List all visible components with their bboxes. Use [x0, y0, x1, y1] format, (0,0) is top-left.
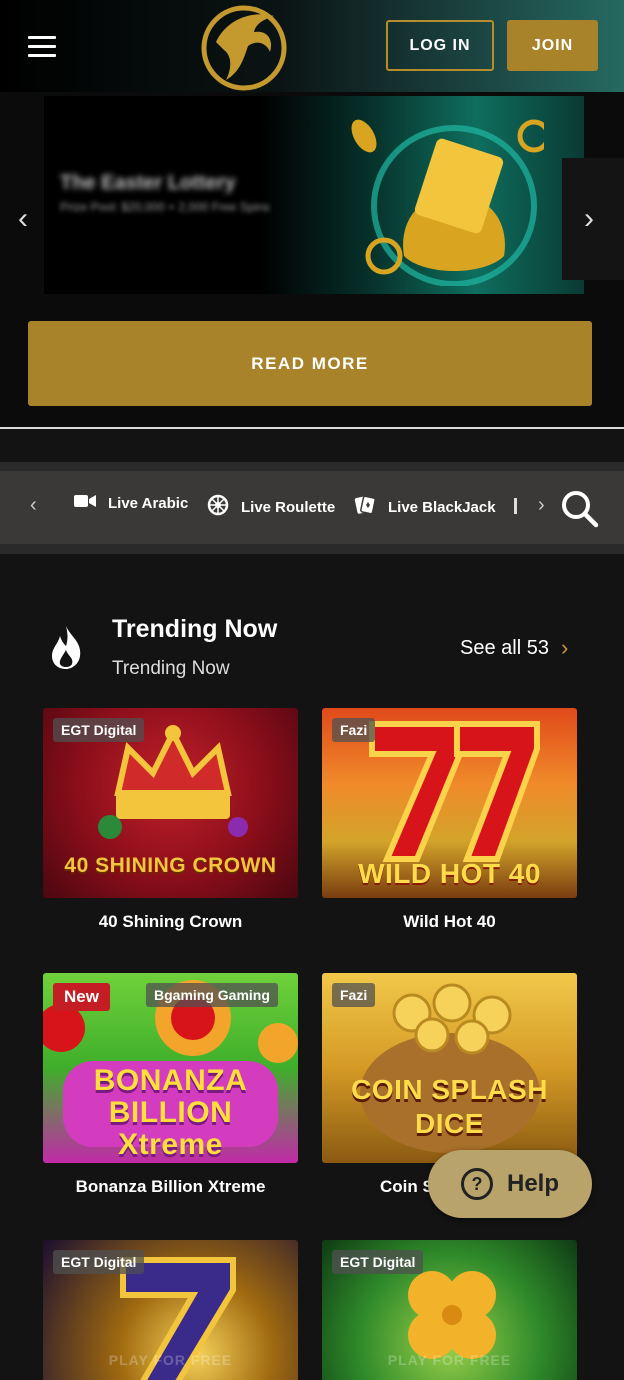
menu-icon[interactable] [28, 36, 56, 58]
game-card-40-shining-crown[interactable]: 40 SHINING CROWN EGT Digital 40 Shining … [43, 708, 298, 932]
provider-badge: EGT Digital [53, 718, 145, 742]
horse-logo-icon[interactable] [196, 2, 290, 92]
game-card-egt-seven[interactable]: PLAY FOR FREE EGT Digital [43, 1240, 298, 1380]
question-mark-icon: ? [460, 1168, 493, 1200]
category-label: Live BlackJack [388, 498, 496, 516]
section-divider [0, 427, 624, 429]
game-tile[interactable]: 40 SHINING CROWN EGT Digital [43, 708, 298, 898]
top-header: LOG IN JOIN [0, 0, 624, 92]
category-live-roulette[interactable]: Live Roulette [207, 494, 335, 520]
game-name[interactable]: 40 Shining Crown [43, 912, 298, 932]
tile-artwork-text: COIN SPLASH DICE [351, 1074, 548, 1139]
seven-icon [369, 721, 540, 862]
category-label: Live Arabic [108, 494, 189, 512]
provider-badge: EGT Digital [332, 1250, 424, 1274]
banner-prev-arrow-icon[interactable]: ‹ [18, 202, 28, 236]
tile-artwork-text: 40 SHINING CROWN [64, 854, 277, 877]
read-more-button[interactable]: READ MORE [28, 321, 592, 406]
provider-badge: Fazi [332, 983, 376, 1007]
game-name[interactable]: Wild Hot 40 [322, 912, 577, 932]
chevron-right-icon: › [560, 635, 569, 660]
category-overflow-marker [514, 498, 517, 514]
game-card-egt-shiny-hit[interactable]: PLAY FOR FREE EGT Digital [322, 1240, 577, 1380]
banner-next-arrow-icon[interactable]: › [584, 202, 594, 236]
help-label: Help [506, 1170, 559, 1197]
play-for-free-overlay[interactable]: PLAY FOR FREE [322, 1352, 577, 1368]
trending-subtitle: Trending Now [112, 658, 230, 679]
game-tile[interactable]: COIN SPLASH DICE Fazi [322, 973, 577, 1163]
game-tile[interactable]: WILD HOT 40 Fazi [322, 708, 577, 898]
search-icon[interactable] [559, 488, 599, 528]
category-next-icon[interactable]: › [538, 494, 545, 517]
game-name[interactable]: Bonanza Billion Xtreme [43, 1177, 298, 1197]
game-tile[interactable]: PLAY FOR FREE EGT Digital [322, 1240, 577, 1380]
new-badge: New [53, 983, 110, 1011]
join-button[interactable]: JOIN [507, 20, 598, 71]
play-for-free-overlay[interactable]: PLAY FOR FREE [43, 1352, 298, 1368]
category-label: Live Roulette [241, 498, 336, 516]
game-tile[interactable]: BONANZA BILLION Xtreme New Bgaming Gamin… [43, 973, 298, 1163]
fire-icon [52, 626, 81, 669]
golden-ticket-egg-icon [351, 119, 544, 286]
login-button[interactable]: LOG IN [386, 20, 494, 71]
category-prev-icon[interactable]: ‹ [30, 494, 37, 517]
banner-title: The Easter Lottery [60, 172, 236, 194]
tile-artwork-text: WILD HOT 40 [358, 858, 541, 889]
see-all-label: See all 53 [460, 636, 549, 659]
category-live-arabic[interactable]: Live Arabic [74, 494, 188, 512]
trending-title: Trending Now [112, 615, 278, 643]
help-button[interactable]: ? Help [428, 1150, 592, 1218]
roulette-wheel-icon [207, 494, 229, 520]
game-card-wild-hot-40[interactable]: WILD HOT 40 Fazi Wild Hot 40 [322, 708, 577, 932]
page: LOG IN JOIN The Easter Lottery Prize Poo… [0, 0, 624, 1380]
banner-subtitle: Prize Pool: $20,000 + 2,000 Free Spins [60, 200, 270, 214]
promo-banner: The Easter Lottery Prize Pool: $20,000 +… [0, 92, 624, 428]
video-camera-icon [74, 494, 96, 512]
game-tile[interactable]: PLAY FOR FREE EGT Digital [43, 1240, 298, 1380]
game-card-bonanza-billion-xtreme[interactable]: BONANZA BILLION Xtreme New Bgaming Gamin… [43, 973, 298, 1197]
tile-artwork-text: BONANZA BILLION Xtreme [93, 1064, 248, 1161]
banner-image[interactable]: The Easter Lottery Prize Pool: $20,000 +… [44, 96, 584, 294]
provider-badge: EGT Digital [53, 1250, 145, 1274]
see-all-link[interactable]: See all 53 › [460, 635, 568, 661]
category-live-blackjack[interactable]: Live BlackJack [354, 494, 496, 520]
playing-cards-icon [354, 494, 376, 520]
provider-badge: Fazi [332, 718, 376, 742]
provider-badge: Bgaming Gaming [146, 983, 278, 1007]
